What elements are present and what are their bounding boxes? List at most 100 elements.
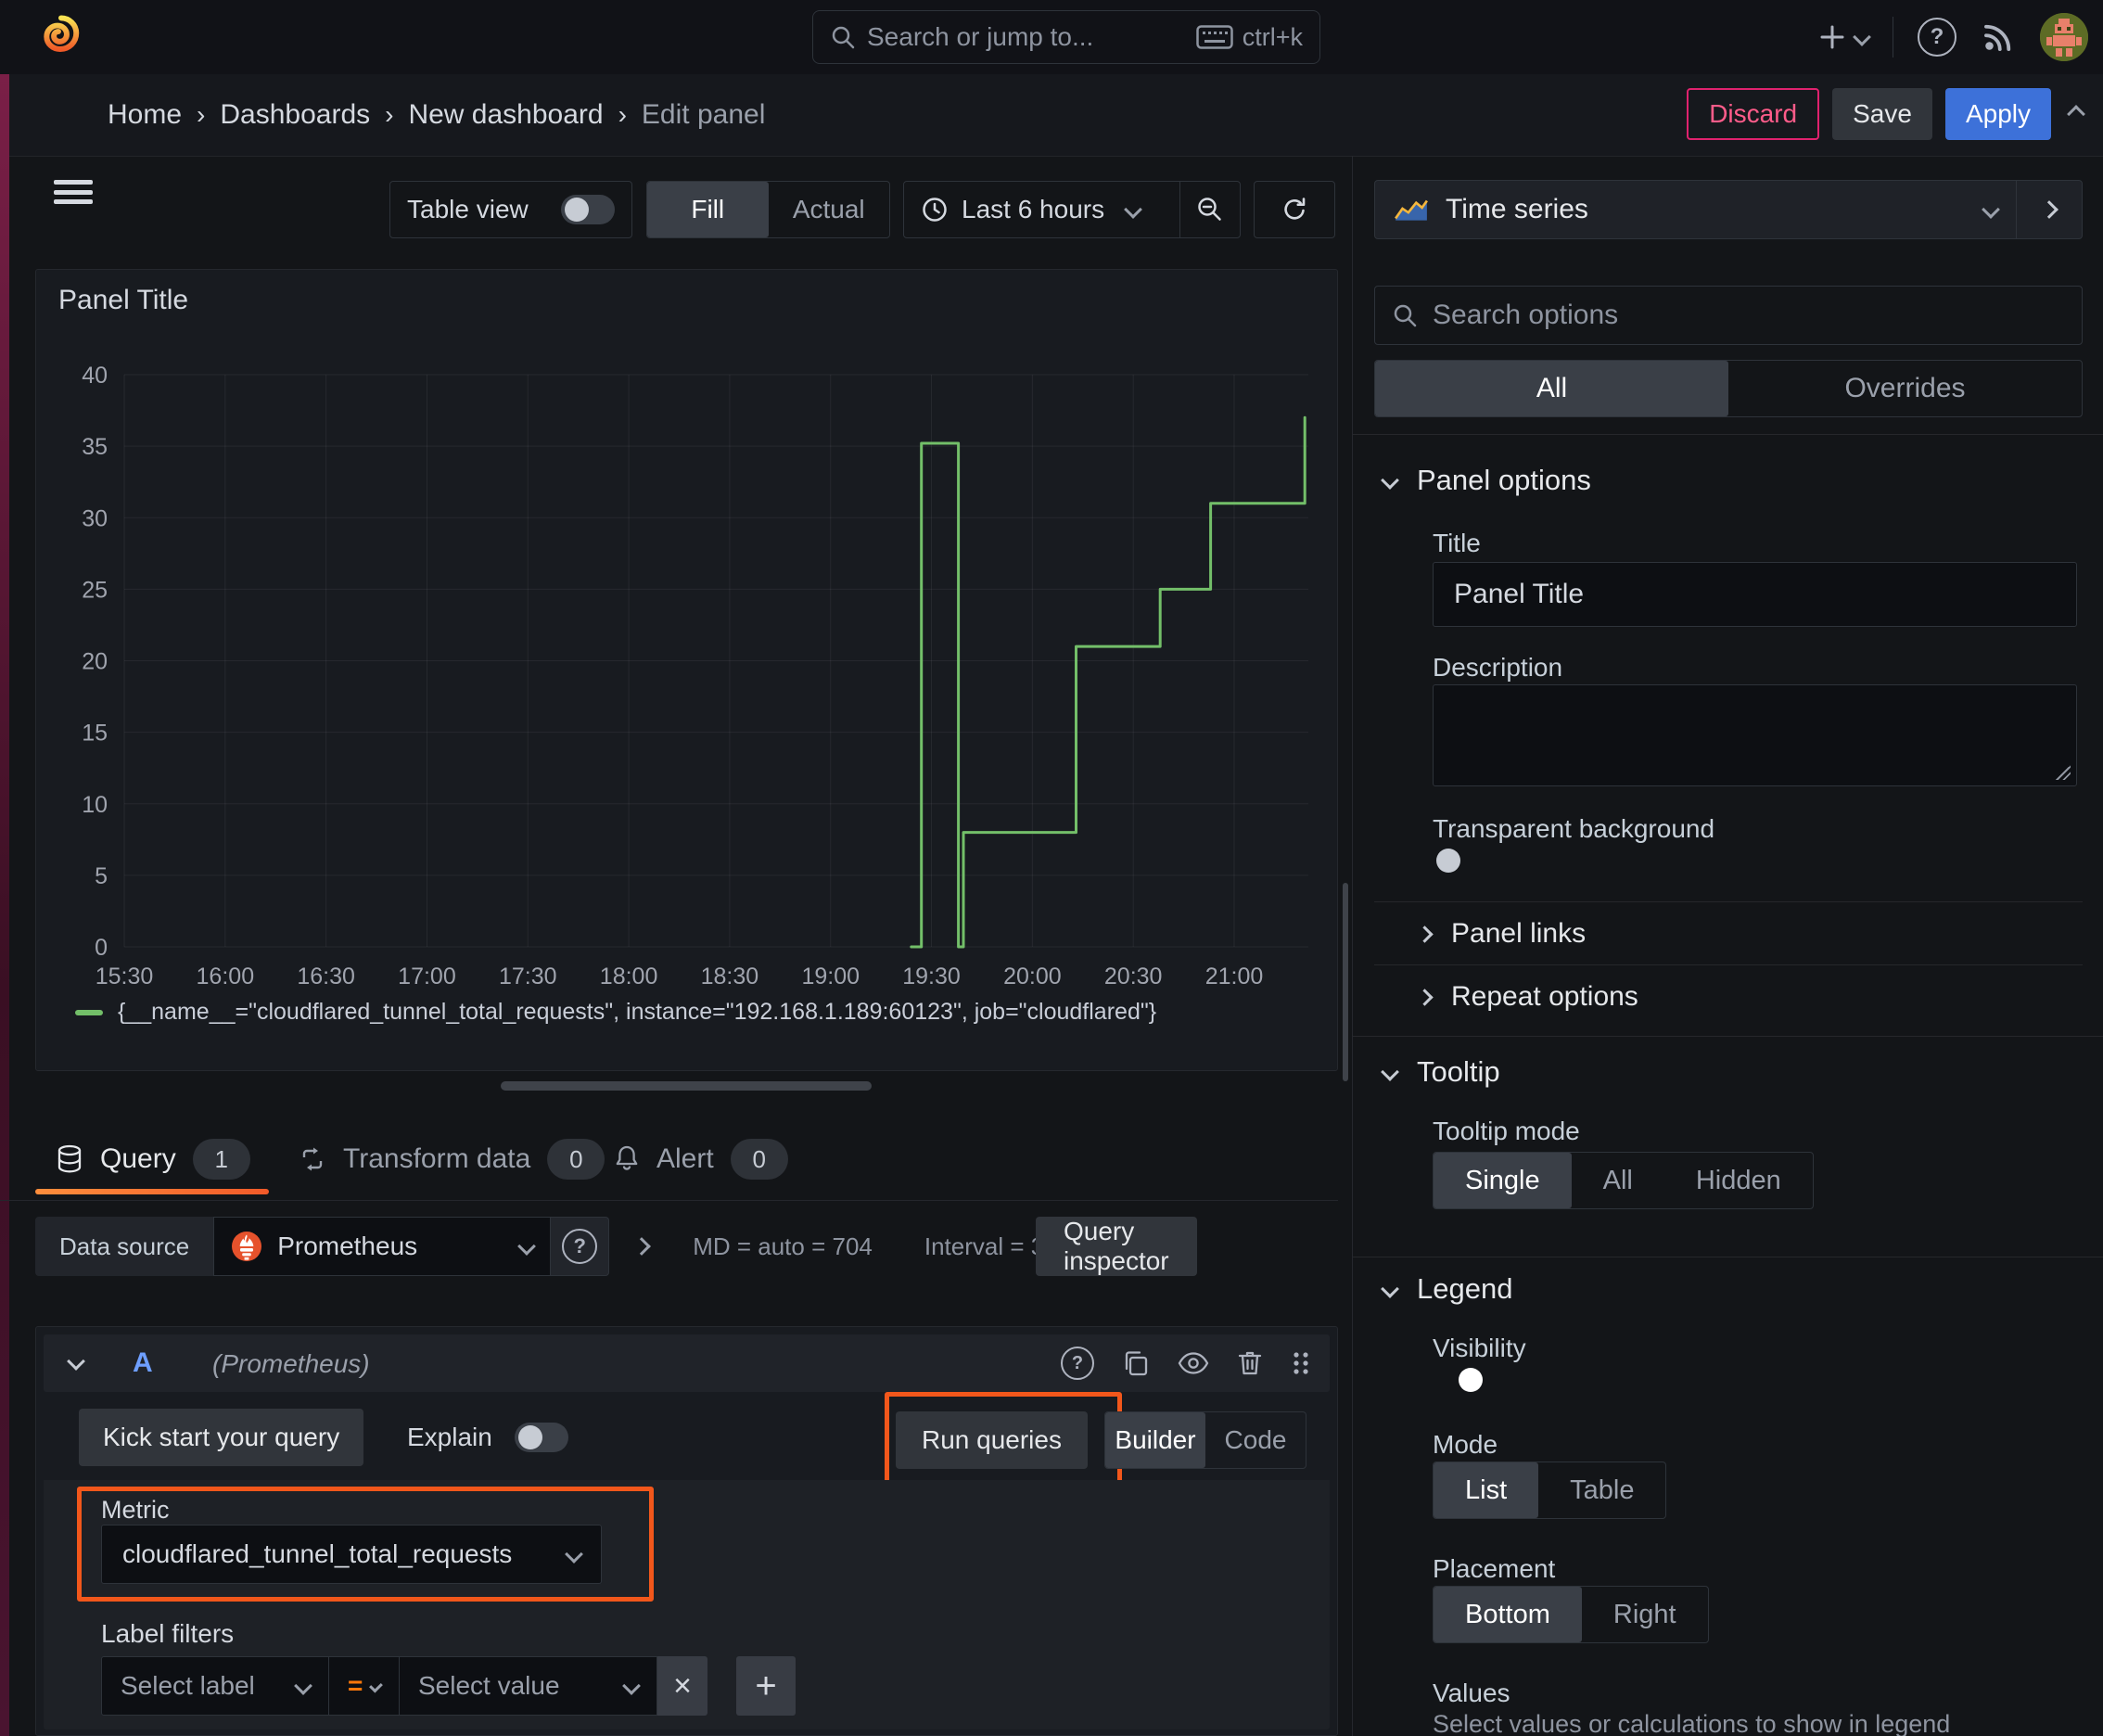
chart-panel[interactable]: 0 5 10 15 20 25 30 35 40 15:30 16:00 16:30 17:00 17:3… xyxy=(35,269,1338,1071)
select-label-dropdown[interactable]: Select label xyxy=(101,1656,329,1716)
datasource-help-button[interactable]: ? xyxy=(551,1217,610,1276)
collapse-query-chevron[interactable] xyxy=(67,1352,85,1372)
transparent-bg-label: Transparent background xyxy=(1433,814,1715,843)
divider xyxy=(1353,434,2103,435)
repeat-options-header[interactable]: Repeat options xyxy=(1416,981,1638,1013)
time-series-viz-icon xyxy=(1395,199,1428,221)
options-search-input[interactable]: Search options xyxy=(1374,286,2083,345)
zoom-out-time-button[interactable] xyxy=(1179,182,1240,237)
explain-label: Explain xyxy=(407,1423,492,1451)
svg-text:5: 5 xyxy=(95,863,108,889)
time-series-chart[interactable]: 0 5 10 15 20 25 30 35 40 15:30 16:00 16:30 17:00 17:3… xyxy=(36,270,1337,1067)
builder-option[interactable]: Builder xyxy=(1105,1412,1205,1468)
help-button[interactable]: ? xyxy=(1918,18,1956,57)
grafana-logo-icon[interactable] xyxy=(37,13,85,61)
tab-alert[interactable]: Alert 0 xyxy=(614,1124,788,1194)
datasource-select[interactable]: Prometheus xyxy=(213,1217,552,1276)
refresh-button[interactable] xyxy=(1254,181,1335,238)
trash-icon[interactable] xyxy=(1237,1349,1263,1377)
chevron-down-icon xyxy=(565,1545,583,1564)
table-view-toggle[interactable] xyxy=(561,195,615,224)
viz-suggestions-button[interactable] xyxy=(2016,181,2082,238)
tooltip-section-header[interactable]: Tooltip xyxy=(1381,1055,1500,1089)
collapse-pane-button[interactable] xyxy=(2064,105,2088,123)
global-search-input[interactable]: Search or jump to... ctrl+k xyxy=(812,10,1320,64)
chart-legend[interactable]: {__name__="cloudflared_tunnel_total_requ… xyxy=(75,999,1156,1026)
drag-handle-icon[interactable] xyxy=(1291,1349,1311,1377)
explain-toggle[interactable] xyxy=(514,1423,568,1452)
panel-links-header[interactable]: Panel links xyxy=(1416,918,1586,950)
query-inspector-button[interactable]: Query inspector xyxy=(1036,1217,1197,1276)
description-textarea[interactable] xyxy=(1433,684,2077,786)
bell-icon xyxy=(616,1145,638,1170)
discard-button[interactable]: Discard xyxy=(1687,88,1820,140)
metric-value: cloudflared_tunnel_total_requests xyxy=(122,1539,513,1568)
vertical-scrollbar[interactable] xyxy=(1343,883,1348,1081)
tooltip-mode-hidden[interactable]: Hidden xyxy=(1664,1153,1813,1208)
tab-overrides[interactable]: Overrides xyxy=(1728,361,2082,416)
chevron-down-icon xyxy=(1124,200,1143,219)
database-icon xyxy=(57,1144,82,1173)
legend-values-label: Values xyxy=(1433,1679,1510,1707)
run-queries-button[interactable]: Run queries xyxy=(896,1411,1088,1469)
remove-filter-button[interactable]: × xyxy=(657,1656,707,1716)
panel-options-header[interactable]: Panel options xyxy=(1381,464,1591,497)
time-range-picker[interactable]: Last 6 hours xyxy=(904,182,1179,237)
legend-mode-table[interactable]: Table xyxy=(1538,1462,1665,1518)
visualization-select[interactable]: Time series xyxy=(1375,181,2016,238)
legend-placement-right[interactable]: Right xyxy=(1582,1587,1708,1642)
news-rss-button[interactable] xyxy=(1981,19,2016,55)
tab-transform-data[interactable]: Transform data 0 xyxy=(299,1124,605,1194)
legend-section-header[interactable]: Legend xyxy=(1381,1272,1512,1306)
code-option[interactable]: Code xyxy=(1205,1412,1306,1468)
datasource-expander[interactable] xyxy=(632,1217,652,1276)
select-value-dropdown[interactable]: Select value xyxy=(400,1656,657,1716)
table-view-toggle-group[interactable]: Table view xyxy=(389,181,632,238)
menu-hamburger-button[interactable] xyxy=(54,180,93,204)
add-filter-button[interactable]: + xyxy=(736,1656,796,1716)
save-button[interactable]: Save xyxy=(1832,88,1932,140)
breadcrumb-new-dashboard[interactable]: New dashboard xyxy=(408,99,603,131)
tab-query[interactable]: Query 1 xyxy=(56,1124,250,1194)
visualization-picker-row: Time series xyxy=(1374,180,2083,239)
breadcrumb-dashboards[interactable]: Dashboards xyxy=(220,99,370,131)
duplicate-icon[interactable] xyxy=(1122,1349,1150,1377)
query-row-header[interactable]: A (Prometheus) ? xyxy=(44,1334,1330,1392)
table-view-label: Table view xyxy=(407,195,529,223)
legend-series-name[interactable]: {__name__="cloudflared_tunnel_total_requ… xyxy=(118,999,1156,1026)
user-avatar[interactable] xyxy=(2040,13,2088,61)
svg-text:17:00: 17:00 xyxy=(398,964,456,989)
svg-text:17:30: 17:30 xyxy=(499,964,557,989)
breadcrumb-home[interactable]: Home xyxy=(108,99,182,131)
time-range-group: Last 6 hours xyxy=(903,181,1241,238)
new-dropdown-button[interactable] xyxy=(1816,21,1871,53)
legend-visibility-label: Visibility xyxy=(1433,1334,1526,1362)
query-help-icon[interactable]: ? xyxy=(1061,1347,1094,1380)
horizontal-scrollbar[interactable] xyxy=(501,1081,872,1091)
tab-all[interactable]: All xyxy=(1375,361,1728,416)
fill-option[interactable]: Fill xyxy=(647,182,769,237)
tooltip-mode-all[interactable]: All xyxy=(1572,1153,1664,1208)
query-builder-body: Metric cloudflared_tunnel_total_requests… xyxy=(44,1480,1330,1730)
alert-count-badge: 0 xyxy=(730,1139,788,1180)
options-filter-tabs: All Overrides xyxy=(1374,360,2083,417)
breadcrumb-separator xyxy=(385,99,393,131)
visualization-label: Time series xyxy=(1446,194,1588,224)
eye-icon[interactable] xyxy=(1178,1351,1209,1375)
title-field-input[interactable]: Panel Title xyxy=(1433,562,2077,627)
legend-mode-list[interactable]: List xyxy=(1434,1462,1539,1518)
actual-option[interactable]: Actual xyxy=(769,182,890,237)
left-edge-accent xyxy=(0,74,9,1736)
repeat-options-label: Repeat options xyxy=(1451,981,1638,1012)
label-filter-row: Select label = Select value × xyxy=(101,1656,707,1716)
explain-toggle-group: Explain xyxy=(407,1409,568,1466)
breadcrumb-separator xyxy=(197,99,205,131)
operator-dropdown[interactable]: = xyxy=(329,1656,400,1716)
apply-button[interactable]: Apply xyxy=(1944,88,2051,140)
svg-text:40: 40 xyxy=(82,363,108,389)
metric-select[interactable]: cloudflared_tunnel_total_requests xyxy=(101,1525,602,1584)
resize-handle-icon[interactable] xyxy=(2056,765,2071,780)
legend-placement-bottom[interactable]: Bottom xyxy=(1434,1587,1582,1642)
tooltip-mode-single[interactable]: Single xyxy=(1434,1153,1572,1208)
kick-start-query-button[interactable]: Kick start your query xyxy=(79,1409,364,1466)
